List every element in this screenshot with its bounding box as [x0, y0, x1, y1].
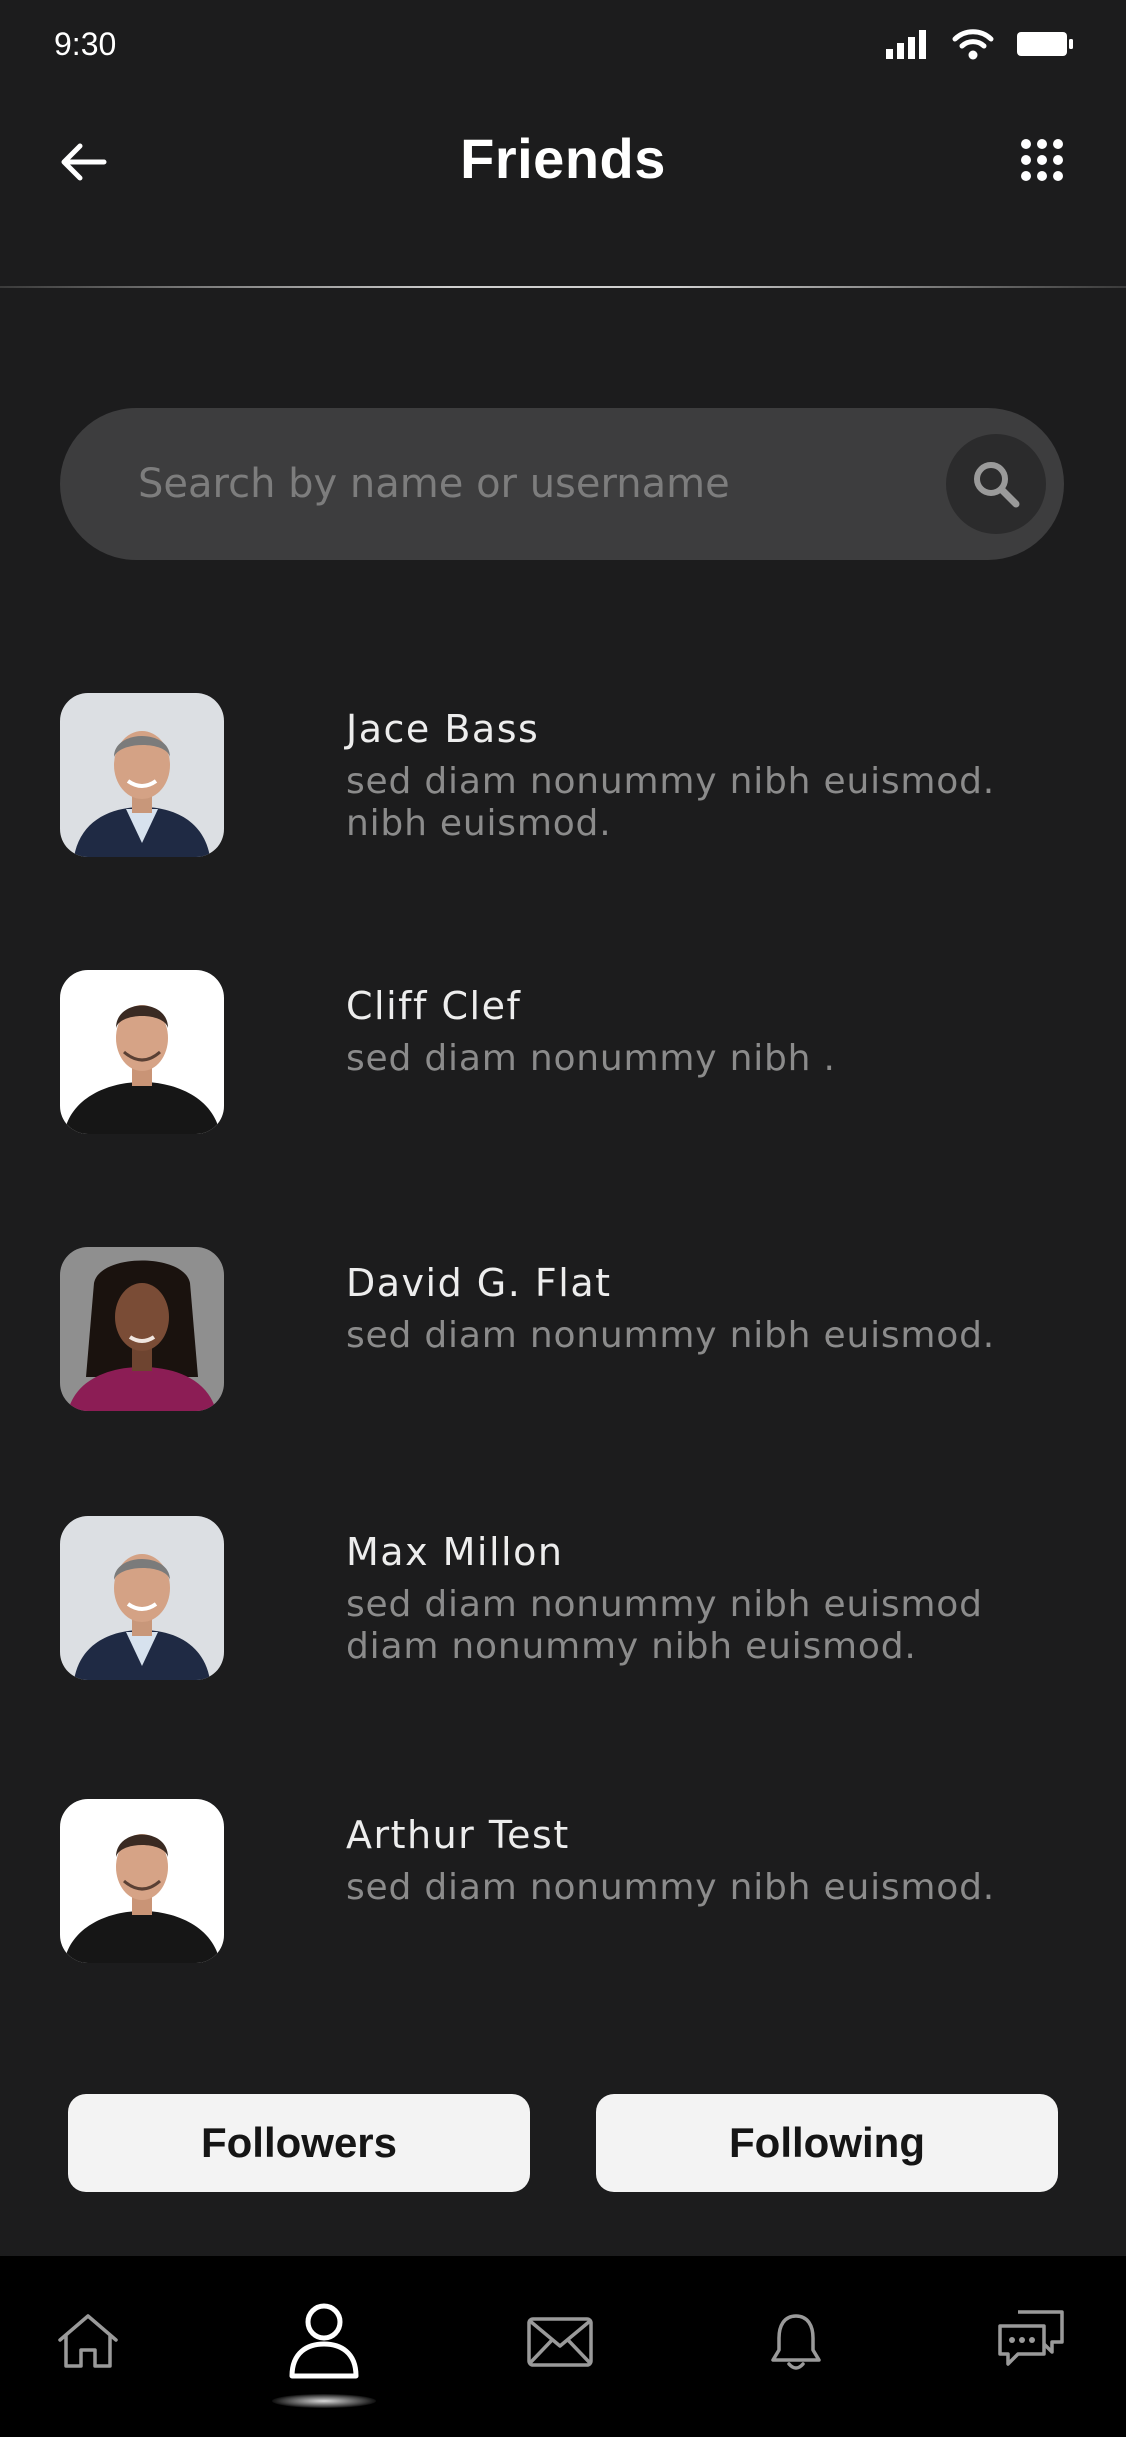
- status-time: 9:30: [54, 26, 117, 62]
- chat-icon: [998, 2310, 1064, 2366]
- friend-description: sed diam nonummy nibh euismod. nibh euis…: [346, 761, 996, 844]
- nav-home[interactable]: [28, 2256, 148, 2437]
- nav-profile[interactable]: [264, 2256, 384, 2437]
- avatar: [60, 693, 224, 857]
- bell-icon: [771, 2314, 821, 2370]
- home-icon: [58, 2314, 118, 2368]
- grid-dots-icon: [1021, 139, 1063, 181]
- profile-icon: [289, 2303, 359, 2379]
- friend-description: sed diam nonummy nibh euismod diam nonum…: [346, 1584, 983, 1667]
- page-title: Friends: [460, 127, 666, 190]
- header: Friends: [0, 100, 1126, 220]
- friend-description: sed diam nonummy nibh euismod.: [346, 1315, 996, 1356]
- avatar: [60, 1247, 224, 1411]
- friend-name: David G. Flat: [346, 1261, 612, 1305]
- battery-icon: [1016, 30, 1074, 58]
- friend-name: Cliff Clef: [346, 984, 522, 1028]
- following-button[interactable]: Following: [596, 2094, 1058, 2192]
- search-input[interactable]: [138, 408, 958, 560]
- bottom-nav: [0, 2256, 1126, 2437]
- friend-description: sed diam nonummy nibh .: [346, 1038, 836, 1079]
- nav-mail[interactable]: [500, 2256, 620, 2437]
- mail-icon: [527, 2317, 593, 2367]
- friend-item[interactable]: David G. Flat sed diam nonummy nibh euis…: [0, 1247, 1126, 1447]
- nav-notifications[interactable]: [736, 2256, 856, 2437]
- status-icons: [886, 28, 1074, 60]
- friend-item[interactable]: Cliff Clef sed diam nonummy nibh .: [0, 970, 1126, 1170]
- avatar: [60, 970, 224, 1134]
- header-divider: [0, 286, 1126, 288]
- search-button[interactable]: [946, 434, 1046, 534]
- cellular-signal-icon: [886, 29, 930, 59]
- active-indicator: [272, 2394, 376, 2408]
- avatar: [60, 1799, 224, 1963]
- menu-button[interactable]: [1018, 136, 1066, 184]
- followers-button[interactable]: Followers: [68, 2094, 530, 2192]
- search-icon: [974, 462, 1020, 508]
- nav-chat[interactable]: [972, 2256, 1092, 2437]
- friend-item[interactable]: Arthur Test sed diam nonummy nibh euismo…: [0, 1799, 1126, 1999]
- avatar: [60, 1516, 224, 1680]
- friend-name: Max Millon: [346, 1530, 564, 1574]
- search-bar: [60, 408, 1064, 560]
- status-bar: 9:30: [0, 0, 1126, 90]
- wifi-icon: [952, 28, 994, 60]
- friend-name: Arthur Test: [346, 1813, 570, 1857]
- friend-description: sed diam nonummy nibh euismod.: [346, 1867, 996, 1908]
- friend-name: Jace Bass: [346, 707, 540, 751]
- friend-item[interactable]: Max Millon sed diam nonummy nibh euismod…: [0, 1516, 1126, 1716]
- friend-item[interactable]: Jace Bass sed diam nonummy nibh euismod.…: [0, 693, 1126, 893]
